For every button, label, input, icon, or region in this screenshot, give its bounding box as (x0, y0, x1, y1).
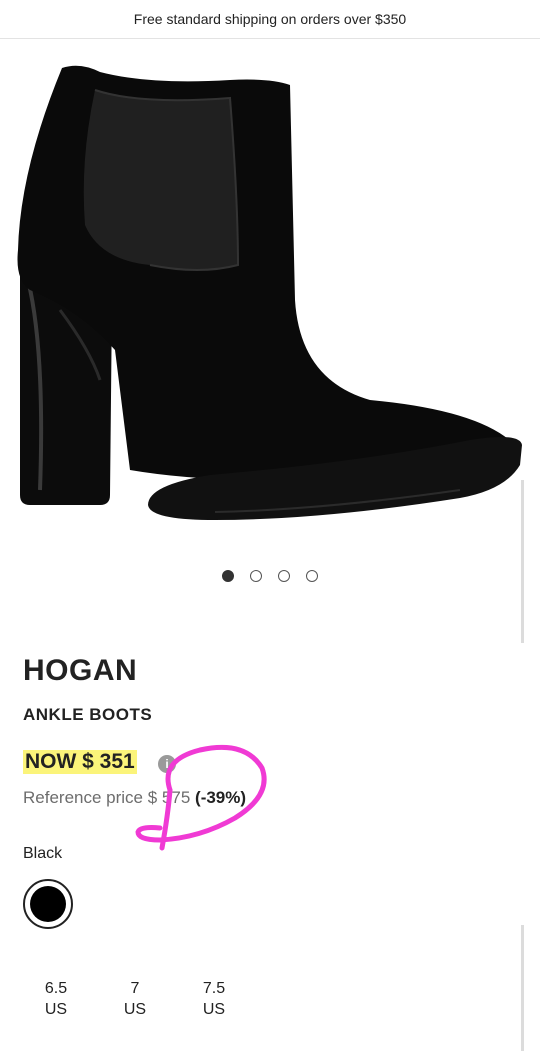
size-option[interactable]: 7.5 US (184, 978, 244, 1020)
shipping-banner: Free standard shipping on orders over $3… (0, 0, 540, 39)
size-unit: US (202, 1001, 226, 1018)
size-unit: US (123, 1001, 147, 1018)
color-swatch-fill (30, 886, 66, 922)
product-category: ANKLE BOOTS (23, 705, 153, 724)
carousel-dots (0, 570, 540, 582)
size-unit: US (44, 1001, 68, 1018)
reference-price-value: $ 575 (147, 788, 191, 807)
color-label: Black (23, 845, 63, 862)
reference-price-label: Reference price (23, 788, 144, 807)
shipping-banner-text: Free standard shipping on orders over $3… (133, 11, 407, 27)
scrollbar[interactable] (521, 480, 524, 643)
scrollbar[interactable] (521, 925, 524, 1051)
brand-name[interactable]: HOGAN (23, 654, 137, 688)
size-option[interactable]: 6.5 US (26, 978, 86, 1020)
carousel-dot[interactable] (250, 570, 262, 582)
carousel-dot[interactable] (222, 570, 234, 582)
info-icon[interactable]: i (158, 755, 176, 773)
carousel-dot[interactable] (278, 570, 290, 582)
discount-badge: (-39%) (195, 788, 247, 807)
size-value: 6.5 (44, 980, 68, 997)
size-option[interactable]: 7 US (105, 978, 165, 1020)
size-value: 7.5 (202, 980, 226, 997)
carousel-dot[interactable] (306, 570, 318, 582)
color-swatch-black[interactable] (23, 879, 73, 929)
current-price: NOW $ 351 (23, 750, 137, 774)
reference-price-line: Reference price $ 575 (-39%) (23, 788, 246, 808)
product-image[interactable] (0, 50, 540, 530)
size-value: 7 (130, 980, 140, 997)
